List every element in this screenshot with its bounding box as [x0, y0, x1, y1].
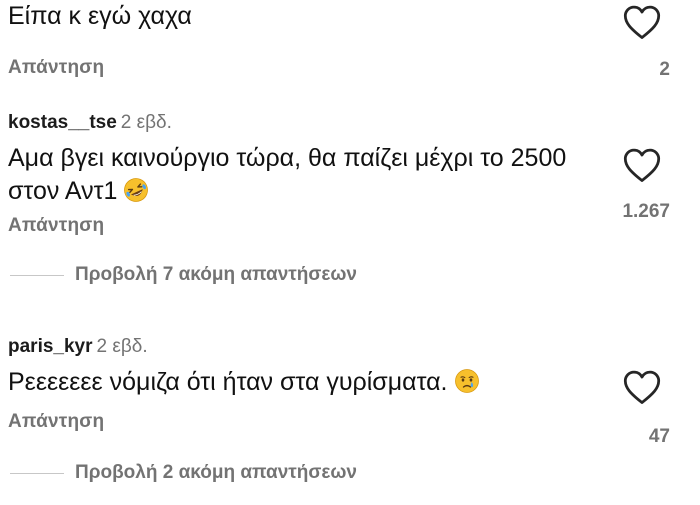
username[interactable]: kostas__tse — [8, 112, 117, 133]
comment-text: Αμα βγει καινούργιο τώρα, θα παίζει μέχρ… — [8, 144, 567, 205]
like-button[interactable] — [620, 367, 664, 407]
comment-text-container: Αμα βγει καινούργιο τώρα, θα παίζει μέχρ… — [8, 142, 578, 208]
like-button[interactable] — [620, 2, 664, 42]
timestamp: 2 εβδ. — [120, 112, 172, 133]
crying-face-emoji — [454, 369, 479, 393]
comment-text: Είπα κ εγώ χαχα — [8, 2, 192, 30]
comment-text: Ρεεεεεεε νόμιζα ότι ήταν στα γυρίσματα. — [8, 368, 448, 396]
reply-button[interactable]: Απάντηση — [8, 410, 104, 434]
view-more-replies-label: Προβολή 2 ακόμη απαντήσεων — [75, 462, 358, 483]
view-more-replies-button[interactable]: Προβολή 7 ακόμη απαντήσεων — [8, 263, 428, 287]
timestamp: 2 εβδ. — [96, 336, 148, 357]
replies-divider-line — [10, 275, 64, 276]
view-more-replies-label: Προβολή 7 ακόμη απαντήσεων — [75, 264, 358, 285]
comment-header: kostas__tse 2 εβδ. — [8, 111, 172, 135]
rolling-on-floor-laughing-emoji — [124, 178, 149, 202]
heart-icon — [623, 148, 661, 182]
like-count: 47 — [648, 426, 670, 447]
username[interactable]: paris_kyr — [8, 336, 93, 357]
comment-header: paris_kyr 2 εβδ. — [8, 335, 148, 359]
replies-divider-line — [10, 473, 64, 474]
heart-icon — [623, 5, 661, 39]
like-button[interactable] — [620, 145, 664, 185]
heart-icon — [623, 370, 661, 404]
reply-button[interactable]: Απάντηση — [8, 56, 104, 80]
like-count: 2 — [659, 59, 670, 80]
view-more-replies-button[interactable]: Προβολή 2 ακόμη απαντήσεων — [8, 461, 428, 485]
reply-button[interactable]: Απάντηση — [8, 214, 104, 238]
comment-text-container: Ρεεεεεεε νόμιζα ότι ήταν στα γυρίσματα. — [8, 366, 578, 399]
like-count: 1.267 — [622, 201, 670, 222]
